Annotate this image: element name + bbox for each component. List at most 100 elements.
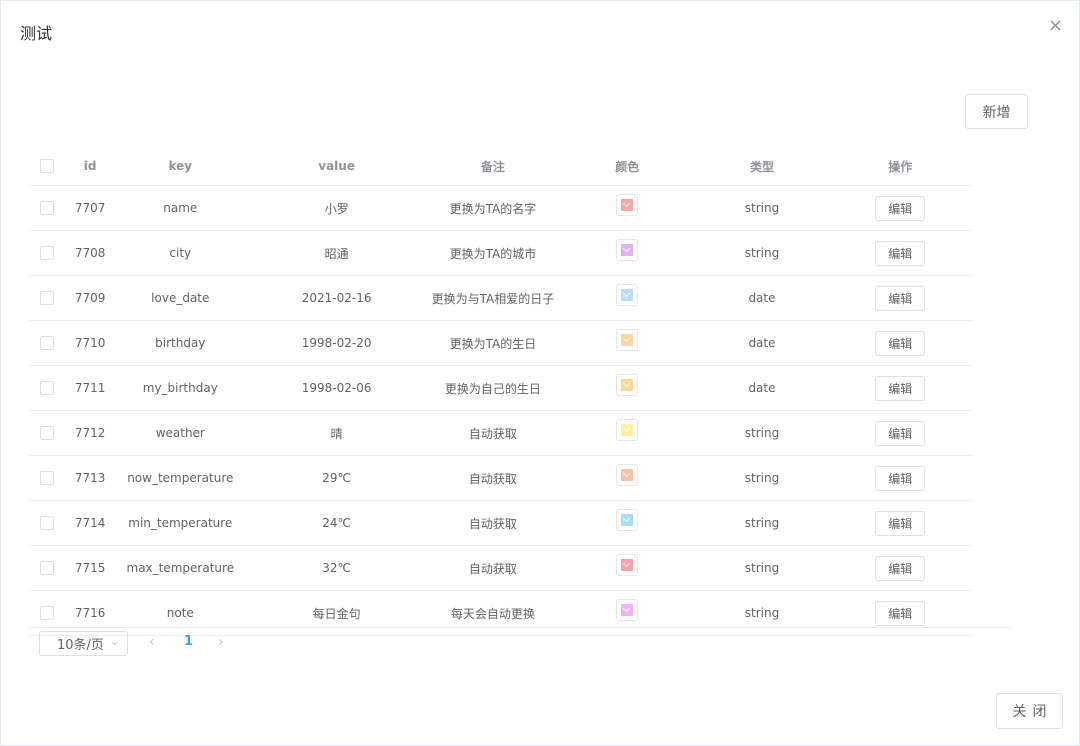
select-all-checkbox[interactable] [40, 159, 55, 174]
row-checkbox[interactable] [40, 291, 55, 306]
cell-id: 7716 [65, 590, 116, 636]
cell-color [558, 545, 697, 591]
cell-action: 编辑 [827, 365, 973, 411]
row-checkbox[interactable] [40, 471, 55, 486]
table-row: 7710 birthday 1998-02-20 更换为TA的生日 date 编… [29, 320, 973, 366]
color-swatch [621, 423, 634, 436]
edit-button[interactable]: 编辑 [875, 510, 926, 536]
cell-note: 自动获取 [427, 500, 559, 546]
cell-type: date [696, 320, 828, 366]
cell-color [558, 365, 697, 411]
color-swatch [621, 603, 634, 616]
color-picker[interactable] [616, 598, 639, 621]
row-checkbox[interactable] [40, 516, 55, 531]
cell-key: love_date [115, 275, 246, 321]
color-picker[interactable] [616, 418, 639, 441]
cell-note: 自动获取 [427, 455, 559, 501]
header-type: 类型 [696, 147, 828, 186]
color-picker[interactable] [616, 328, 639, 351]
close-icon[interactable]: × [1048, 15, 1063, 37]
cell-type: string [696, 185, 828, 231]
color-swatch [621, 378, 634, 391]
color-swatch [621, 468, 634, 481]
cell-id: 7712 [65, 410, 116, 456]
cell-key: city [115, 230, 246, 276]
row-checkbox[interactable] [40, 426, 55, 441]
color-picker[interactable] [616, 553, 639, 576]
color-swatch [621, 198, 634, 211]
color-picker[interactable] [616, 283, 639, 306]
table-header-row: id key value 备注 颜色 类型 操作 [29, 147, 973, 186]
row-checkbox[interactable] [40, 246, 55, 261]
row-checkbox[interactable] [40, 336, 55, 351]
next-page-icon[interactable]: › [218, 634, 224, 650]
row-checkbox[interactable] [40, 606, 55, 621]
page-size-select[interactable]: 10条/页 ⌄ [39, 631, 128, 656]
cell-id: 7711 [65, 365, 116, 411]
color-swatch [621, 558, 634, 571]
dialog: 测试 × 新增 id key value 备注 颜色 类型 操作 7707 na… [0, 0, 1080, 746]
header-id: id [65, 147, 116, 186]
cell-key: my_birthday [115, 365, 246, 411]
page-number[interactable]: 1 [184, 634, 193, 649]
edit-button[interactable]: 编辑 [875, 465, 926, 491]
edit-button[interactable]: 编辑 [875, 330, 926, 356]
cell-note: 自动获取 [427, 410, 559, 456]
row-select-cell [29, 590, 66, 636]
edit-button[interactable]: 编辑 [875, 285, 926, 311]
data-table: id key value 备注 颜色 类型 操作 7707 name 小罗 更换… [29, 147, 973, 636]
header-color: 颜色 [558, 147, 697, 186]
row-checkbox[interactable] [40, 381, 55, 396]
edit-button[interactable]: 编辑 [875, 375, 926, 401]
cell-id: 7709 [65, 275, 116, 321]
edit-button[interactable]: 编辑 [875, 240, 926, 266]
row-checkbox[interactable] [40, 201, 55, 216]
row-select-cell [29, 320, 66, 366]
color-picker[interactable] [616, 373, 639, 396]
page-size-label: 10条/页 [57, 638, 104, 653]
cell-value: 每日金句 [245, 590, 428, 636]
chevron-down-icon: ⌄ [109, 635, 119, 648]
table-row: 7707 name 小罗 更换为TA的名字 string 编辑 [29, 185, 973, 231]
cell-id: 7714 [65, 500, 116, 546]
cell-type: string [696, 455, 828, 501]
cell-action: 编辑 [827, 275, 973, 321]
row-select-cell [29, 500, 66, 546]
edit-button[interactable]: 编辑 [875, 555, 926, 581]
cell-value: 晴 [245, 410, 428, 456]
cell-action: 编辑 [827, 500, 973, 546]
edit-button[interactable]: 编辑 [875, 600, 926, 626]
header-action: 操作 [827, 147, 973, 186]
cell-key: birthday [115, 320, 246, 366]
cell-key: weather [115, 410, 246, 456]
cell-note: 更换为自己的生日 [427, 365, 559, 411]
color-picker[interactable] [616, 508, 639, 531]
cell-action: 编辑 [827, 320, 973, 366]
color-picker[interactable] [616, 238, 639, 261]
row-checkbox[interactable] [40, 561, 55, 576]
color-picker[interactable] [616, 193, 639, 216]
cell-note: 每天会自动更换 [427, 590, 559, 636]
prev-page-icon[interactable]: ‹ [149, 634, 155, 650]
color-swatch [621, 243, 634, 256]
cell-note: 更换为TA的生日 [427, 320, 559, 366]
cell-note: 更换为与TA相爱的日子 [427, 275, 559, 321]
color-swatch [621, 333, 634, 346]
row-select-cell [29, 545, 66, 591]
cell-id: 7715 [65, 545, 116, 591]
color-picker[interactable] [616, 463, 639, 486]
add-button[interactable]: 新增 [965, 94, 1028, 129]
cell-action: 编辑 [827, 590, 973, 636]
cell-id: 7708 [65, 230, 116, 276]
edit-button[interactable]: 编辑 [875, 420, 926, 446]
cell-action: 编辑 [827, 185, 973, 231]
cell-color [558, 275, 697, 321]
cell-action: 编辑 [827, 230, 973, 276]
color-swatch [621, 288, 634, 301]
row-select-cell [29, 275, 66, 321]
edit-button[interactable]: 编辑 [875, 195, 926, 221]
cell-type: string [696, 500, 828, 546]
cell-color [558, 410, 697, 456]
close-button[interactable]: 关闭 [996, 693, 1063, 729]
table-row: 7714 min_temperature 24℃ 自动获取 string 编辑 [29, 500, 973, 546]
